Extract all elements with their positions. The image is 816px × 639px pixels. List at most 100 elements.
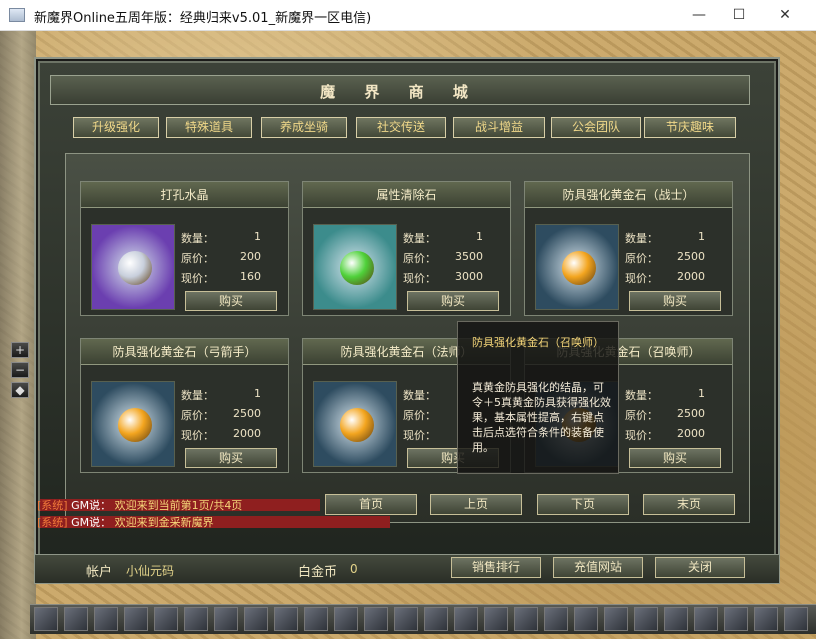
hotbar-slot[interactable] <box>754 607 778 631</box>
buy-button[interactable]: 购买 <box>629 291 721 311</box>
item-name: 打孔水晶 <box>81 182 288 208</box>
item-thumbnail <box>313 224 397 310</box>
hotbar-slot[interactable] <box>364 607 388 631</box>
gem-icon <box>340 408 374 442</box>
account-label: 帐户 <box>86 565 113 580</box>
hotbar-slot[interactable] <box>484 607 508 631</box>
shop-item-card[interactable]: 打孔水晶 数量： 1 原价： 200 现价： 160 购买 <box>80 181 289 316</box>
hotbar-slot[interactable] <box>124 607 148 631</box>
map-toggle-button[interactable]: ◆ <box>11 382 29 398</box>
item-thumbnail <box>91 224 175 310</box>
item-name: 防具强化黄金石（弓箭手） <box>81 339 288 365</box>
chat-prefix: [系统] <box>37 516 68 529</box>
hotbar-slot[interactable] <box>274 607 298 631</box>
window-title: 新魔界Online五周年版：经典归来v5.01_新魔界一区电信) <box>34 11 372 26</box>
tab-special[interactable]: 特殊道具 <box>166 117 252 138</box>
prev-page-button[interactable]: 上页 <box>430 494 522 515</box>
shop-title-bar: 魔 界 商 城 <box>50 75 750 105</box>
hotbar-slot[interactable] <box>574 607 598 631</box>
hotbar-slot[interactable] <box>334 607 358 631</box>
tab-mounts[interactable]: 养成坐骑 <box>261 117 347 138</box>
tooltip-desc: 真黄金防具强化的结晶，可令＋5真黄金防具获得强化效果，基本属性提高，右键点击后点… <box>472 381 611 454</box>
account-value: 小仙元码 <box>126 564 175 578</box>
gem-icon <box>562 251 596 285</box>
title-bar: 新魔界Online五周年版：经典归来v5.01_新魔界一区电信) — ☐ ✕ <box>0 0 816 31</box>
tab-upgrade[interactable]: 升级强化 <box>73 117 159 138</box>
now-price-value: 2000 <box>233 427 261 440</box>
hotbar-slot[interactable] <box>664 607 688 631</box>
chat-sender: GM说： <box>71 499 112 512</box>
hotbar-slot[interactable] <box>784 607 808 631</box>
chat-line-1: [系统] GM说： 欢迎来到当前第1页/共4页 <box>37 499 242 512</box>
orig-price-value: 2500 <box>233 407 261 420</box>
hotbar-slot[interactable] <box>244 607 268 631</box>
hotbar-slot[interactable] <box>694 607 718 631</box>
qty-value: 1 <box>476 230 483 243</box>
now-price-value: 3000 <box>455 270 483 283</box>
game-viewport: + − ◆ 魔 界 商 城 升级强化 特殊道具 养成坐骑 社交传送 战斗增益 公… <box>0 31 816 639</box>
hotbar-slot[interactable] <box>424 607 448 631</box>
chat-text: 欢迎来到金采新魔界 <box>114 516 214 529</box>
tab-festival[interactable]: 节庆趣味 <box>644 117 736 138</box>
hotbar-slot[interactable] <box>214 607 238 631</box>
orig-price-value: 2500 <box>677 407 705 420</box>
platinum-label: 白金币 <box>298 565 338 580</box>
hotbar-slot[interactable] <box>34 607 58 631</box>
sales-ranking-button[interactable]: 销售排行 <box>451 557 541 578</box>
buy-button[interactable]: 购买 <box>407 291 499 311</box>
hotbar-slot[interactable] <box>184 607 208 631</box>
now-price-value: 2000 <box>677 270 705 283</box>
buy-button[interactable]: 购买 <box>185 291 277 311</box>
hotbar-slot[interactable] <box>544 607 568 631</box>
hotbar-slot[interactable] <box>724 607 748 631</box>
hotbar-slot[interactable] <box>154 607 178 631</box>
orig-price-label: 原价： <box>403 409 436 422</box>
gem-icon <box>118 251 152 285</box>
hotbar-slot[interactable] <box>394 607 418 631</box>
hotbar-slot[interactable] <box>514 607 538 631</box>
zoom-out-button[interactable]: − <box>11 362 29 378</box>
buy-button[interactable]: 购买 <box>629 448 721 468</box>
maximize-button[interactable]: ☐ <box>716 3 762 28</box>
last-page-button[interactable]: 末页 <box>643 494 735 515</box>
shop-item-card[interactable]: 防具强化黄金石（战士） 数量： 1 原价： 2500 现价： 2000 购买 <box>524 181 733 316</box>
shop-title: 魔 界 商 城 <box>320 83 480 101</box>
tab-guild[interactable]: 公会团队 <box>551 117 641 138</box>
shop-item-card[interactable]: 防具强化黄金石（弓箭手） 数量： 1 原价： 2500 现价： 2000 购买 <box>80 338 289 473</box>
item-thumbnail <box>535 224 619 310</box>
item-name: 防具强化黄金石（战士） <box>525 182 732 208</box>
tab-battle[interactable]: 战斗增益 <box>453 117 545 138</box>
hotbar-slot[interactable] <box>94 607 118 631</box>
hotbar-slot[interactable] <box>604 607 628 631</box>
orig-price-value: 3500 <box>455 250 483 263</box>
chat-line-2: [系统] GM说： 欢迎来到金采新魔界 <box>37 516 214 529</box>
now-price-value: 160 <box>240 270 261 283</box>
chat-sender: GM说： <box>71 516 112 529</box>
close-window-button[interactable]: ✕ <box>762 3 808 28</box>
hotbar-slot[interactable] <box>64 607 88 631</box>
shop-item-card[interactable]: 属性清除石 数量： 1 原价： 3500 现价： 3000 购买 <box>302 181 511 316</box>
buy-button[interactable]: 购买 <box>185 448 277 468</box>
app-icon <box>9 8 25 22</box>
chat-prefix: [系统] <box>37 499 68 512</box>
close-shop-button[interactable]: 关闭 <box>655 557 745 578</box>
chat-text: 欢迎来到当前第1页/共4页 <box>114 499 243 512</box>
qty-value: 1 <box>698 387 705 400</box>
first-page-button[interactable]: 首页 <box>325 494 417 515</box>
qty-value: 1 <box>254 230 261 243</box>
orig-price-value: 200 <box>240 250 261 263</box>
now-price-value: 2000 <box>677 427 705 440</box>
hotbar-slot[interactable] <box>454 607 478 631</box>
gem-icon <box>340 251 374 285</box>
tooltip-title: 防具强化黄金石（召唤师） <box>472 336 604 349</box>
zoom-in-button[interactable]: + <box>11 342 29 358</box>
platinum-value: 0 <box>350 562 358 576</box>
qty-value: 1 <box>254 387 261 400</box>
next-page-button[interactable]: 下页 <box>537 494 629 515</box>
hotbar-slot[interactable] <box>304 607 328 631</box>
hotbar-slot[interactable] <box>634 607 658 631</box>
item-thumbnail <box>91 381 175 467</box>
recharge-site-button[interactable]: 充值网站 <box>553 557 643 578</box>
item-name: 属性清除石 <box>303 182 510 208</box>
tab-social[interactable]: 社交传送 <box>356 117 446 138</box>
